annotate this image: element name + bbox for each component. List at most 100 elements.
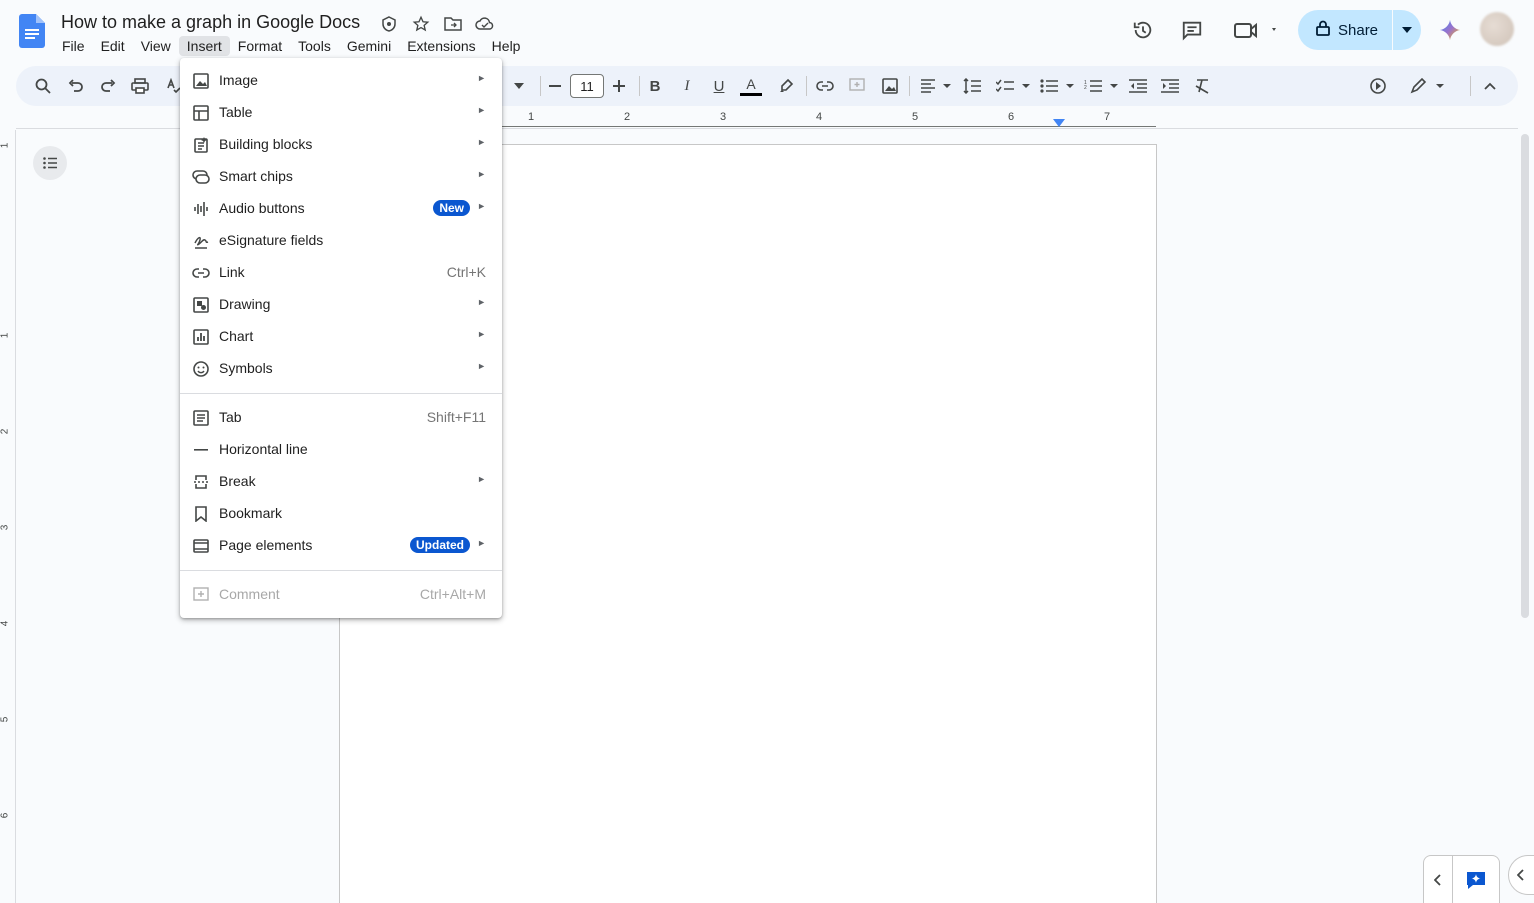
gemini-chat-icon[interactable] (1452, 856, 1499, 903)
document-outline-icon[interactable] (33, 146, 67, 180)
font-size-input[interactable]: 11 (570, 74, 604, 98)
move-folder-icon[interactable] (442, 13, 464, 35)
ruler-number: 4 (816, 111, 823, 123)
increase-indent-icon[interactable] (1158, 74, 1182, 98)
redo-icon[interactable] (96, 74, 120, 98)
submenu-arrow-icon: ► (477, 137, 486, 147)
checklist-icon[interactable] (996, 74, 1030, 98)
side-panel-toggle-icon[interactable] (1508, 855, 1534, 895)
font-size-increase-icon[interactable] (607, 74, 631, 98)
submenu-arrow-icon: ► (477, 105, 486, 115)
explore-panel-widget (1423, 855, 1500, 903)
menu-item-label: Image (219, 72, 258, 88)
cloud-saved-icon[interactable] (474, 13, 496, 35)
text-color-icon[interactable]: A (739, 74, 763, 98)
insert-esignature-item[interactable]: eSignature fields (180, 224, 502, 256)
updated-badge: Updated (410, 537, 470, 553)
add-comment-icon[interactable] (845, 74, 869, 98)
menu-edit[interactable]: Edit (93, 36, 133, 56)
chevron-left-icon[interactable] (1424, 856, 1452, 903)
insert-drawing-item[interactable]: Drawing ► (180, 288, 502, 320)
bulleted-list-icon[interactable] (1040, 74, 1074, 98)
align-icon[interactable] (920, 74, 952, 98)
decrease-indent-icon[interactable] (1126, 74, 1150, 98)
submenu-arrow-icon: ► (477, 361, 486, 371)
insert-table-item[interactable]: Table ► (180, 96, 502, 128)
menu-item-label: Horizontal line (219, 441, 308, 457)
highlight-icon[interactable] (774, 74, 798, 98)
insert-page-elements-item[interactable]: Page elements Updated ► (180, 529, 502, 561)
tab-icon (192, 409, 210, 427)
docs-logo-icon[interactable] (19, 14, 45, 48)
clear-formatting-icon[interactable] (1190, 74, 1214, 98)
document-title[interactable]: How to make a graph in Google Docs (61, 12, 360, 33)
insert-horizontal-line-item[interactable]: Horizontal line (180, 433, 502, 465)
bookmark-icon (192, 505, 210, 523)
refresh-icon[interactable] (1366, 74, 1390, 98)
menu-bar: File Edit View Insert Format Tools Gemin… (54, 36, 528, 56)
vertical-ruler[interactable]: 1 1 2 3 4 5 6 (0, 130, 16, 903)
link-icon[interactable] (813, 74, 837, 98)
ruler-number: 7 (1104, 111, 1111, 123)
insert-symbols-item[interactable]: Symbols ► (180, 352, 502, 384)
insert-audio-buttons-item[interactable]: Audio buttons New ► (180, 192, 502, 224)
insert-break-item[interactable]: Break ► (180, 465, 502, 497)
insert-comment-item: Comment Ctrl+Alt+M (180, 578, 502, 610)
editing-mode-icon[interactable] (1410, 74, 1444, 98)
bold-icon[interactable]: B (643, 74, 667, 98)
vertical-scrollbar[interactable] (1521, 134, 1529, 618)
star-icon[interactable] (410, 13, 432, 35)
meet-icon[interactable] (1228, 10, 1284, 50)
font-size-decrease-icon[interactable] (543, 74, 567, 98)
lock-icon (1316, 20, 1330, 40)
insert-smart-chips-item[interactable]: Smart chips ► (180, 160, 502, 192)
menu-help[interactable]: Help (484, 36, 529, 56)
right-indent-marker[interactable] (1053, 119, 1065, 127)
share-label: Share (1338, 21, 1379, 39)
menu-gemini[interactable]: Gemini (339, 36, 399, 56)
insert-tab-item[interactable]: Tab Shift+F11 (180, 401, 502, 433)
insert-image-item[interactable]: Image ► (180, 64, 502, 96)
gemini-spark-icon[interactable] (1430, 10, 1470, 50)
menu-format[interactable]: Format (230, 36, 290, 56)
menu-view[interactable]: View (133, 36, 179, 56)
underline-icon[interactable]: U (707, 74, 731, 98)
version-history-icon[interactable] (1123, 10, 1163, 50)
ruler-number: 3 (720, 111, 727, 123)
menu-file[interactable]: File (54, 36, 93, 56)
security-label-icon[interactable] (378, 13, 400, 35)
shortcut-hint: Ctrl+K (446, 264, 486, 280)
menu-separator (180, 570, 502, 571)
insert-bookmark-item[interactable]: Bookmark (180, 497, 502, 529)
avatar[interactable] (1480, 12, 1514, 46)
image-icon (192, 72, 210, 90)
print-icon[interactable] (128, 74, 152, 98)
insert-building-blocks-item[interactable]: Building blocks ► (180, 128, 502, 160)
horizontal-ruler[interactable]: 1 2 3 4 5 6 7 (500, 108, 1160, 130)
collapse-toolbar-icon[interactable] (1478, 74, 1502, 98)
italic-icon[interactable]: I (675, 74, 699, 98)
search-icon[interactable] (31, 74, 55, 98)
menu-insert[interactable]: Insert (178, 36, 230, 56)
menu-tools[interactable]: Tools (290, 36, 339, 56)
submenu-arrow-icon: ► (477, 474, 486, 484)
numbered-list-icon[interactable]: 12 (1084, 74, 1118, 98)
undo-icon[interactable] (64, 74, 88, 98)
menu-item-label: Comment (219, 586, 280, 602)
insert-link-item[interactable]: Link Ctrl+K (180, 256, 502, 288)
submenu-arrow-icon: ► (477, 73, 486, 83)
share-dropdown-icon[interactable] (1393, 27, 1421, 33)
line-spacing-icon[interactable] (960, 74, 984, 98)
insert-chart-item[interactable]: Chart ► (180, 320, 502, 352)
comments-icon[interactable] (1172, 10, 1212, 50)
symbols-icon (192, 360, 210, 378)
ruler-number: 4 (0, 620, 11, 627)
font-dropdown-arrow-icon[interactable] (507, 74, 531, 98)
menu-extensions[interactable]: Extensions (399, 36, 483, 56)
share-button[interactable]: Share (1298, 10, 1421, 50)
insert-image-icon[interactable] (878, 74, 902, 98)
menu-item-label: Audio buttons (219, 200, 305, 216)
esignature-icon (192, 232, 210, 250)
menu-item-label: Smart chips (219, 168, 293, 184)
svg-text:2: 2 (1084, 85, 1087, 91)
